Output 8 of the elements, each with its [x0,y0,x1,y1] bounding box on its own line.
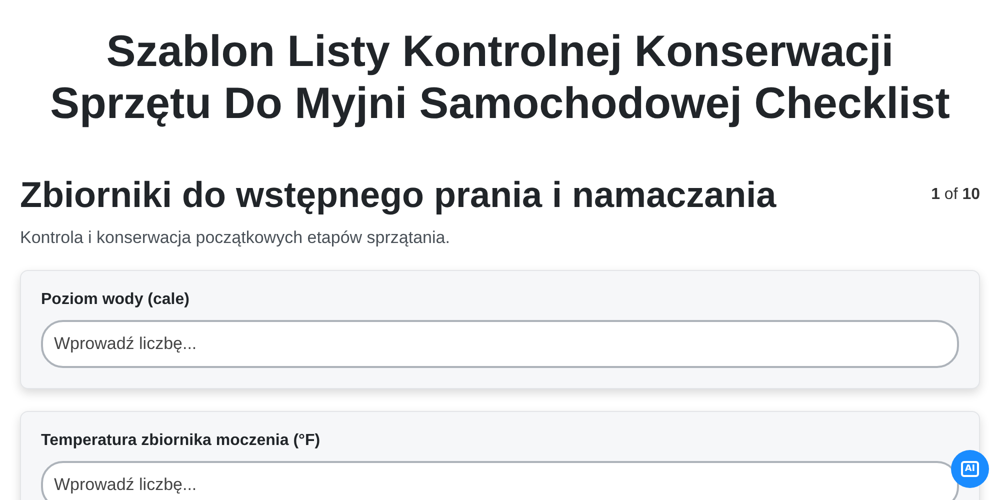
number-input-field[interactable]: Wprowadź liczbę... [41,461,959,500]
field-label: Poziom wody (cale) [41,291,190,309]
number-input-field[interactable]: Wprowadź liczbę... [41,320,959,368]
page-counter: 1 of 10 [931,186,980,204]
page-title: Szablon Listy Kontrolnej Konserwacji Sprzętu Do Myjni Samochodowej Checklist [49,26,951,130]
section-heading: Zbiorniki do wstępnego prania i namaczania [20,174,776,216]
field-label: Temperatura zbiornika moczenia (°F) [41,432,322,450]
section-description: Kontrola i konserwacja początkowych etapów sprzątania. [20,228,451,248]
